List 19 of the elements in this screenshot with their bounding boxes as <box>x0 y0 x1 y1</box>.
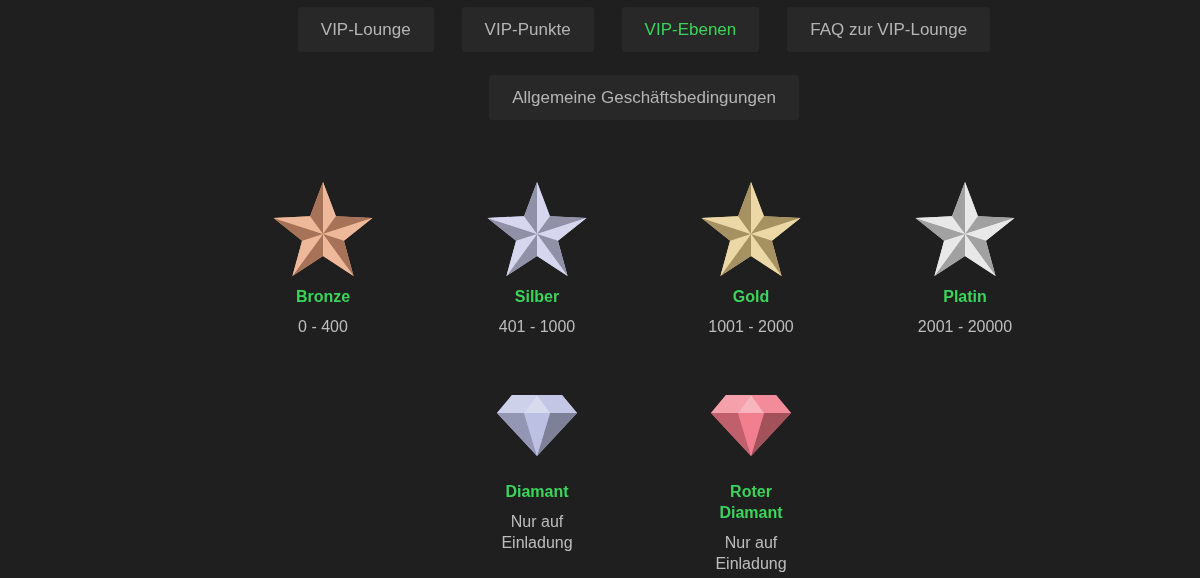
terms-button[interactable]: Allgemeine Geschäftsbedingungen <box>489 75 799 120</box>
level-name: Bronze <box>295 287 351 307</box>
level-name: Roter Diamant <box>718 482 784 523</box>
level-range: 401 - 1000 <box>498 317 576 337</box>
level-range: 1001 - 2000 <box>708 317 794 337</box>
diamond-icon <box>710 393 792 457</box>
diamond-icon <box>496 393 578 457</box>
tab[interactable]: VIP-Ebenen <box>621 7 760 52</box>
tab[interactable]: VIP-Punkte <box>461 7 594 52</box>
level-name: Platin <box>943 287 987 307</box>
level-name: Silber <box>514 287 560 307</box>
level-range: Nur auf Einladung <box>500 512 574 553</box>
level-name: Gold <box>732 287 770 307</box>
level-range: 2001 - 20000 <box>917 317 1013 337</box>
tab[interactable]: VIP-Lounge <box>297 7 434 52</box>
level-range: 0 - 400 <box>298 317 348 337</box>
tab[interactable]: FAQ zur VIP-Lounge <box>787 7 991 52</box>
level-range: Nur auf Einladung <box>714 533 788 574</box>
level-name: Diamant <box>505 482 569 502</box>
